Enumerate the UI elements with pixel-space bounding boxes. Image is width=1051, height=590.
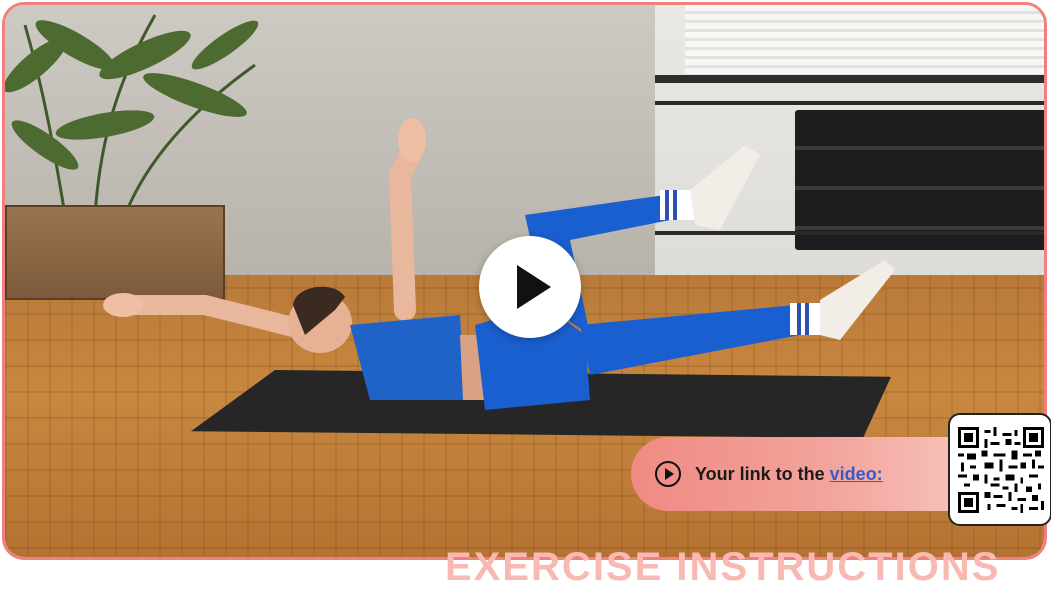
video-link-banner[interactable]: Your link to the video: bbox=[631, 437, 961, 511]
qr-code-icon bbox=[958, 427, 1044, 513]
bottom-title-text: EXERCISE INSTRUCTIONS bbox=[445, 545, 1001, 589]
play-circle-icon bbox=[655, 461, 681, 487]
play-button[interactable] bbox=[479, 236, 581, 338]
video-link[interactable]: video: bbox=[830, 464, 883, 484]
banner-label: Your link to the bbox=[695, 463, 825, 484]
play-icon bbox=[517, 265, 551, 309]
qr-code[interactable] bbox=[948, 413, 1051, 526]
banner-text: Your link to the video: bbox=[695, 464, 883, 485]
video-frame[interactable]: Your link to the video: bbox=[2, 2, 1047, 560]
